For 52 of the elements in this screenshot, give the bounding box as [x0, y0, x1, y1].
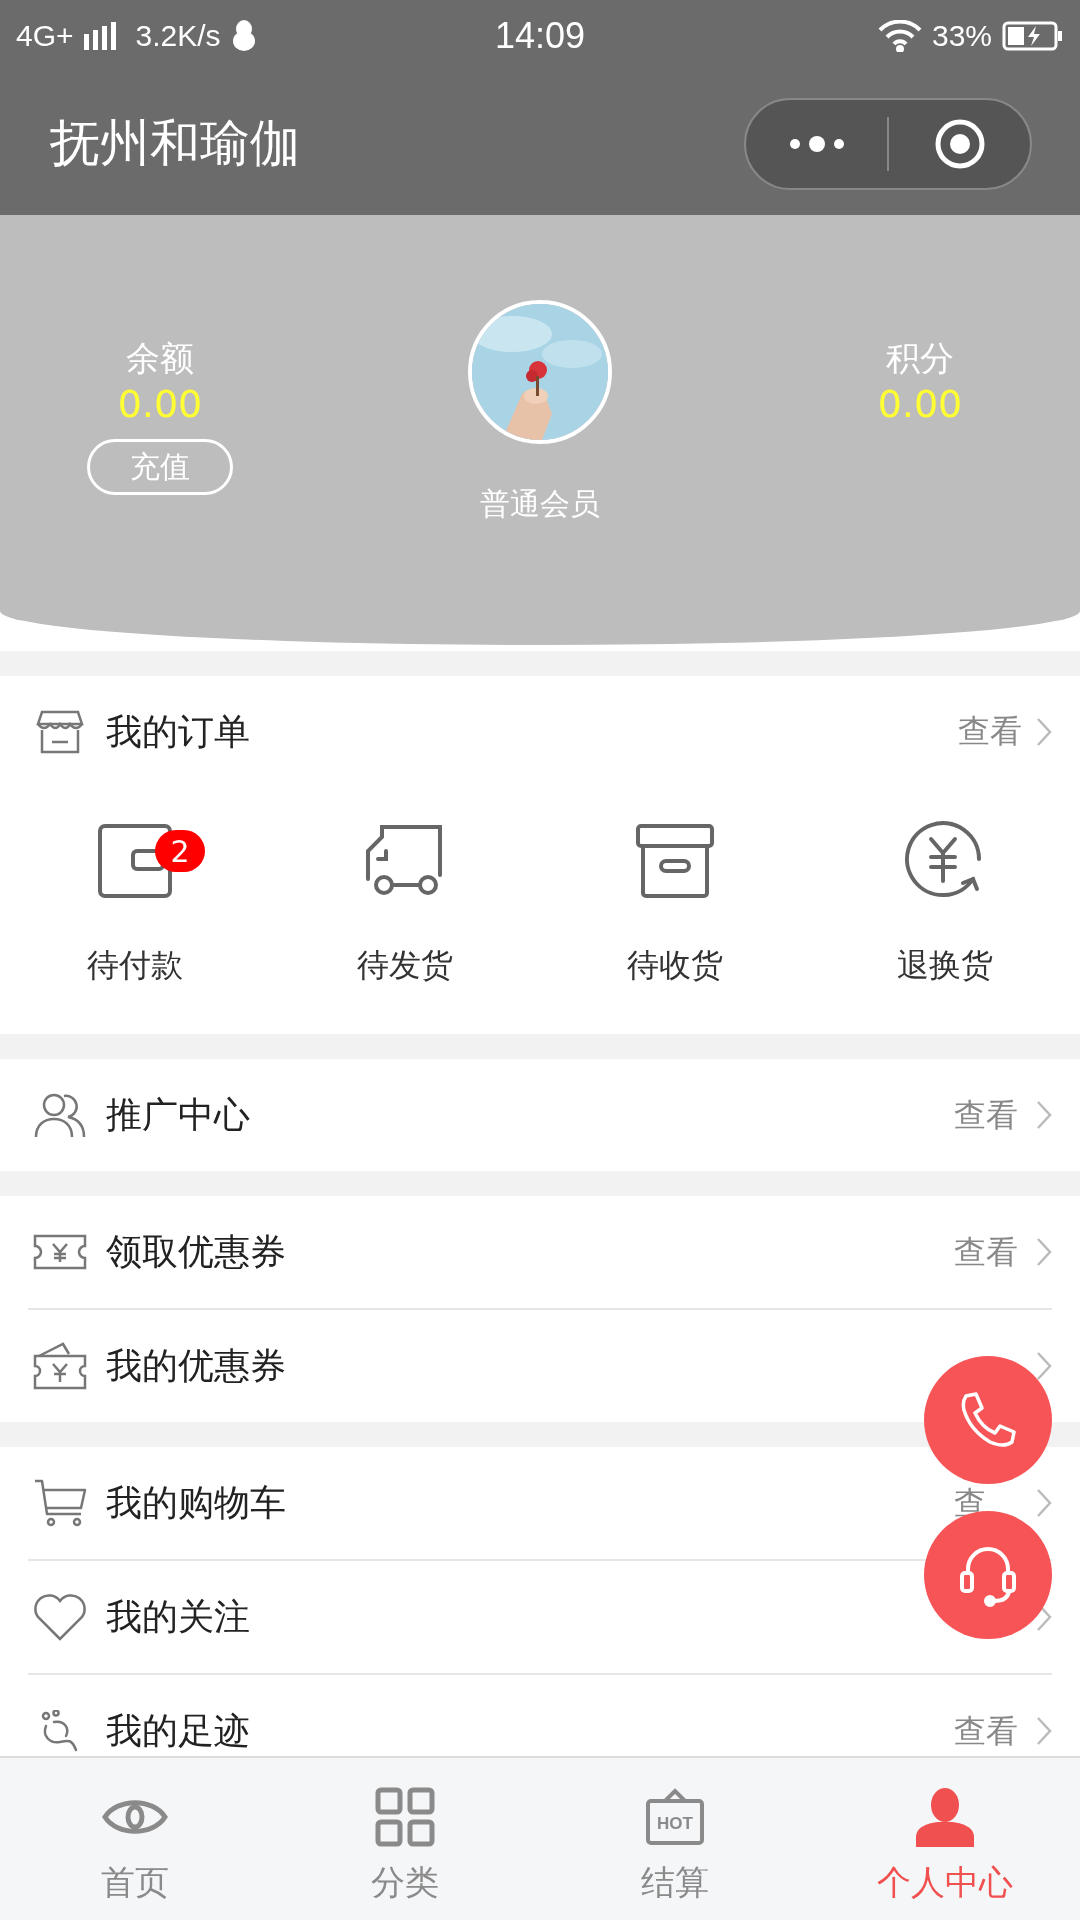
- count-badge: 2: [155, 830, 205, 872]
- heart-icon: [32, 1593, 88, 1641]
- recharge-button[interactable]: 充值: [87, 439, 233, 495]
- signal-icon: [83, 22, 118, 50]
- ticket-icon: [33, 1234, 87, 1270]
- page-title: 抚州和瑜伽: [50, 113, 300, 174]
- member-level: 普通会员: [480, 485, 600, 523]
- box-icon: [635, 823, 715, 899]
- target-icon: [933, 117, 986, 170]
- penguin-icon: [230, 20, 257, 52]
- menu-label: 我的优惠券: [106, 1343, 287, 1388]
- balance-label: 余额: [126, 337, 194, 380]
- tab[interactable]: 个人中心: [810, 1758, 1080, 1920]
- chevron-icon: [1036, 1237, 1052, 1267]
- status-time: 14:09: [494, 15, 586, 57]
- store-icon: [36, 710, 84, 754]
- view-link[interactable]: 查看: [958, 710, 1052, 754]
- chevron-icon: [1036, 1716, 1052, 1746]
- menu-label: 推广中心: [106, 1092, 251, 1137]
- chevron-icon: [1036, 717, 1052, 747]
- grid-icon: [375, 1787, 435, 1847]
- cart-icon: [33, 1478, 87, 1528]
- tab[interactable]: 分类: [270, 1758, 540, 1920]
- battery-charging-icon: [1002, 21, 1064, 51]
- points-value: 0.00: [877, 381, 963, 427]
- order-status-button[interactable]: 待发货: [270, 818, 540, 988]
- view-link[interactable]: 查看: [954, 1099, 1018, 1131]
- chevron-icon: [1036, 1488, 1052, 1518]
- chevron-icon: [1036, 1351, 1052, 1381]
- menu-label: 我的足迹: [106, 1708, 251, 1753]
- balance-value: 0.00: [117, 381, 203, 427]
- chevron-icon: [1036, 1100, 1052, 1130]
- people-icon: [34, 1091, 86, 1139]
- coupon-wallet-icon: [33, 1342, 87, 1390]
- menu-label: 我的关注: [106, 1594, 251, 1639]
- tab[interactable]: HOT 结算: [540, 1758, 810, 1920]
- order-status-button[interactable]: 2 待付款: [0, 818, 270, 988]
- points-label: 积分: [886, 337, 954, 380]
- view-link[interactable]: 查看: [954, 1236, 1018, 1268]
- menu-label: 我的购物车: [106, 1480, 287, 1525]
- menu-label: 领取优惠券: [106, 1229, 287, 1274]
- network-speed: 3.2K/s: [135, 19, 221, 53]
- section-title: 我的订单: [106, 709, 251, 754]
- wifi-icon: [877, 20, 922, 52]
- order-status-button[interactable]: 待收货: [540, 818, 810, 988]
- battery-percent: 33%: [931, 19, 992, 53]
- order-status-button[interactable]: 退换货: [810, 818, 1080, 988]
- tab[interactable]: 首页: [0, 1758, 270, 1920]
- view-link[interactable]: 查看: [954, 1715, 1018, 1747]
- person-icon: [914, 1787, 976, 1847]
- network-type: 4G+: [16, 19, 74, 53]
- footprint-icon: [40, 1710, 80, 1752]
